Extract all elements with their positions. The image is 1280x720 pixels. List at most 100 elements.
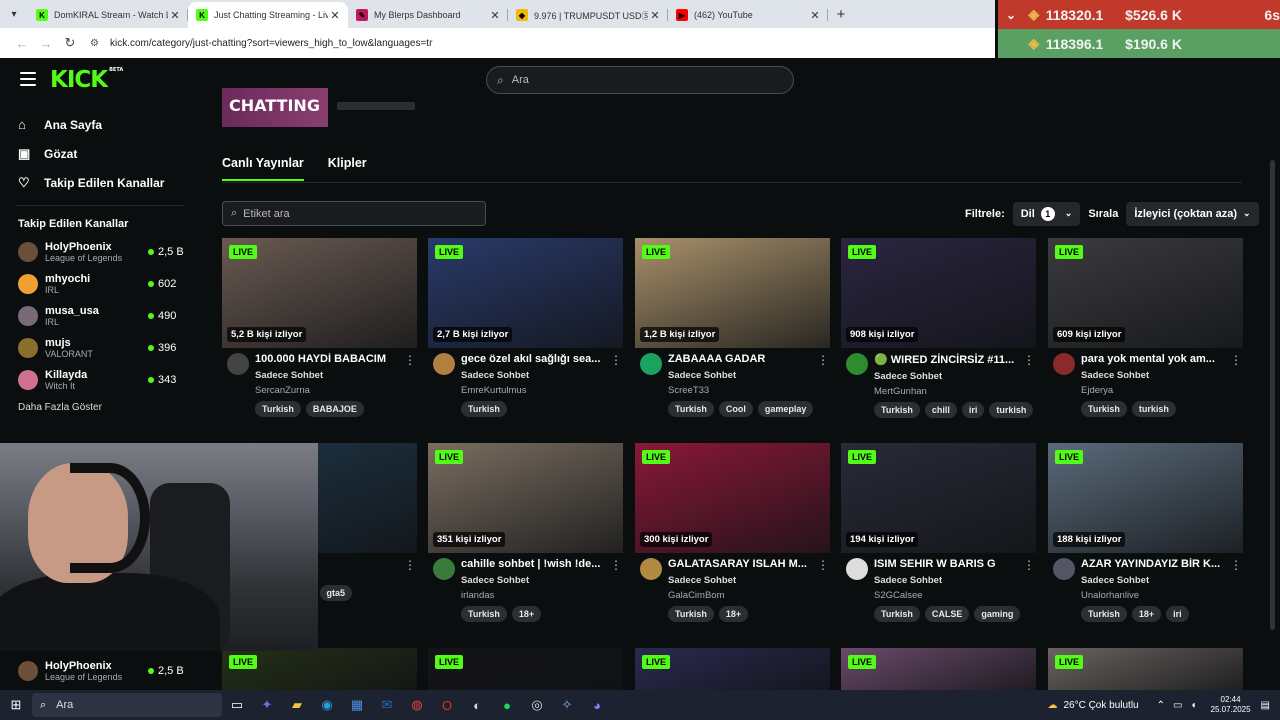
avatar[interactable] [640,353,662,375]
stream-thumbnail[interactable]: LIVE [428,648,623,690]
tag-chip[interactable]: iri [1166,606,1189,622]
stream-card[interactable]: LIVE 609 kişi izliyor para yok mental yok … [1048,238,1243,417]
app-icon[interactable]: ✧ [552,697,582,713]
close-icon[interactable]: ✕ [328,9,342,22]
search-input[interactable]: ⌕ Ara [486,66,794,94]
stream-title[interactable]: cahille sohbet | !wish !de... [461,558,609,570]
stream-thumbnail[interactable]: LIVE 1,2 B kişi izliyor [635,238,830,348]
tab-live-streams[interactable]: Canlı Yayınlar [222,156,304,181]
avatar[interactable] [846,353,868,375]
stream-card[interactable]: LIVE 194 kişi izliyor ISIM SEHIR W BARIS G… [841,443,1036,622]
avatar[interactable] [433,558,455,580]
tag-chip[interactable]: gta5 [319,585,353,601]
tag-chip[interactable]: Turkish [461,606,507,622]
language-filter-dropdown[interactable]: Dil 1 ⌄ [1012,201,1081,226]
stream-thumbnail[interactable]: LIVE 351 kişi izliyor [428,443,623,553]
menu-icon[interactable] [20,72,36,86]
stream-thumbnail[interactable]: LIVE [1048,648,1243,690]
streamer-name[interactable]: irlandas [461,590,609,601]
copilot-icon[interactable]: ✦ [252,697,282,713]
tray-arrow-icon[interactable]: ⌃ [1157,700,1165,711]
avatar[interactable] [640,558,662,580]
tag-chip[interactable]: Turkish [874,402,920,418]
stream-card[interactable]: LIVE 188 kişi izliyor AZAR YAYINDAYIZ BİR … [1048,443,1243,622]
stream-card[interactable]: LIVE [428,648,623,690]
stream-title[interactable]: gece özel akıl sağlığı sea... [461,353,609,365]
reload-button[interactable]: ↻ [58,35,82,51]
streamer-name[interactable]: Unalorhanlive [1081,590,1229,601]
url-field[interactable]: ⚙ kick.com/category/just-chatting?sort=v… [90,38,432,49]
stream-category[interactable]: Sadece Sohbet [461,575,609,586]
stream-thumbnail[interactable]: LIVE [841,648,1036,690]
avatar[interactable] [433,353,455,375]
taskbar-search[interactable]: ⌕ Ara [32,693,222,717]
stream-card[interactable]: LIVE [841,648,1036,690]
stream-card[interactable]: LIVE [222,648,417,690]
stream-title[interactable]: ZABAAAA GADAR [668,353,816,365]
tab-clips[interactable]: Klipler [328,156,367,181]
more-options-icon[interactable]: ⋮ [403,558,417,580]
stream-title[interactable]: para yok mental yok am... [1081,353,1229,365]
spotify-icon[interactable]: ● [492,698,522,713]
steam-icon[interactable]: ◐ [462,698,492,713]
stream-title[interactable]: 100.000 HAYDİ BABACIM [255,353,403,365]
stream-title[interactable]: AZAR YAYINDAYIZ BİR K... [1081,558,1229,570]
tag-chip[interactable]: iri [961,402,985,418]
stream-title[interactable]: 🟢 WIRED ZİNCİRSİZ #11... [874,353,1022,366]
tag-chip[interactable]: Cool [718,401,753,417]
forward-button[interactable]: → [34,36,58,51]
streamer-name[interactable]: SercanZurna [255,385,403,396]
close-icon[interactable]: ✕ [648,9,662,22]
streamer-name[interactable]: MertGunhan [874,386,1022,397]
tag-chip[interactable]: gameplay [757,401,814,417]
browser-tab-3[interactable]: ◆ 9.976 | TRUMPUSDT USDⓈ-M✕ [508,2,668,28]
streamer-name[interactable]: S2GCalsee [874,590,1022,601]
tag-chip[interactable]: 18+ [1131,606,1162,622]
stream-category[interactable]: Sadece Sohbet [461,370,609,381]
page-scrollbar[interactable] [1270,160,1275,630]
close-icon[interactable]: ✕ [168,9,182,22]
stream-thumbnail[interactable]: LIVE [635,648,830,690]
stream-thumbnail[interactable]: LIVE 908 kişi izliyor [841,238,1036,348]
obs-icon[interactable]: ◎ [522,697,552,713]
more-options-icon[interactable]: ⋮ [609,558,623,601]
browser-tab-2[interactable]: ✎ My Blerps Dashboard ✕ [348,2,508,28]
followed-channel[interactable]: mhyochi IRL 602 [0,268,200,300]
stream-category[interactable]: Sadece Sohbet [1081,575,1229,586]
stream-thumbnail[interactable]: LIVE [222,648,417,690]
stream-thumbnail[interactable]: LIVE 2,7 B kişi izliyor [428,238,623,348]
sidebar-item-following[interactable]: ♡ Takip Edilen Kanallar [0,168,200,197]
tag-chip[interactable]: Turkish [1081,606,1127,622]
sidebar-item-home[interactable]: ⌂ Ana Sayfa [0,110,200,139]
new-tab-button[interactable]: + [828,2,854,28]
stream-card[interactable]: LIVE 351 kişi izliyor cahille sohbet | !wi… [428,443,623,622]
tag-chip[interactable]: gaming [974,606,1021,622]
stream-thumbnail[interactable]: LIVE 5,2 B kişi izliyor [222,238,417,348]
stream-category[interactable]: Sadece Sohbet [874,371,1022,382]
outlook-icon[interactable]: ✉ [372,697,402,713]
followed-channel[interactable]: mujs VALORANT 396 [0,332,200,364]
edge-icon[interactable]: ◉ [312,697,342,713]
stream-card[interactable]: LIVE 5,2 B kişi izliyor 100.000 HAYDİ BABA… [222,238,417,417]
tag-chip[interactable]: 18+ [511,606,542,622]
tag-chip[interactable]: Turkish [461,401,507,417]
stream-category[interactable]: Sadece Sohbet [874,575,1022,586]
store-icon[interactable]: ▦ [342,697,372,713]
stream-thumbnail[interactable]: LIVE 194 kişi izliyor [841,443,1036,553]
streamer-name[interactable]: Ejderya [1081,385,1229,396]
chrome-icon[interactable]: ◍ [402,697,432,713]
tag-chip[interactable]: CALSE [924,606,970,622]
browser-tab-4[interactable]: ▶ (462) YouTube ✕ [668,2,828,28]
tag-chip[interactable]: 18+ [718,606,749,622]
network-icon[interactable]: ▭ [1173,700,1182,711]
stream-category[interactable]: Sadece Sohbet [255,370,403,381]
tag-chip[interactable]: Turkish [874,606,920,622]
followed-channel[interactable]: musa_usa IRL 490 [0,300,200,332]
windows-start-icon[interactable]: ⊞ [0,697,32,713]
stream-thumbnail[interactable]: LIVE 188 kişi izliyor [1048,443,1243,553]
opera-icon[interactable]: O [432,698,462,713]
avatar[interactable] [1053,558,1075,580]
more-options-icon[interactable]: ⋮ [1229,353,1243,396]
volume-icon[interactable]: ◖ [1190,700,1196,711]
stream-card[interactable]: LIVE 908 kişi izliyor 🟢 WIRED ZİNCİRSİZ #1… [841,238,1036,418]
